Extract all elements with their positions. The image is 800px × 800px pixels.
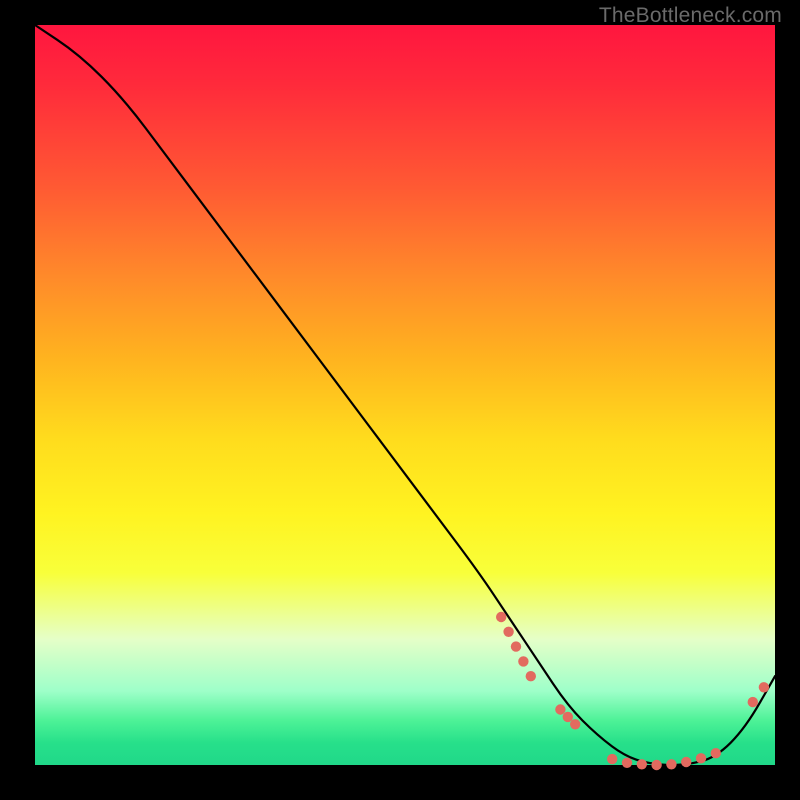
data-marker (748, 697, 758, 707)
chart-svg (35, 25, 775, 765)
data-marker (518, 656, 528, 666)
data-marker (607, 754, 617, 764)
data-marker (696, 753, 706, 763)
data-marker (526, 671, 536, 681)
chart-stage: TheBottleneck.com (0, 0, 800, 800)
data-marker (563, 712, 573, 722)
plot-area (35, 25, 775, 765)
data-marker (511, 641, 521, 651)
data-marker (622, 758, 632, 768)
data-marker (711, 748, 721, 758)
data-marker (651, 760, 661, 770)
data-marker (681, 757, 691, 767)
data-marker (496, 612, 506, 622)
data-marker (503, 627, 513, 637)
bottleneck-curve (35, 25, 775, 765)
data-marker (637, 759, 647, 769)
data-marker (570, 719, 580, 729)
data-marker (759, 682, 769, 692)
data-marker (666, 759, 676, 769)
data-marker (555, 704, 565, 714)
